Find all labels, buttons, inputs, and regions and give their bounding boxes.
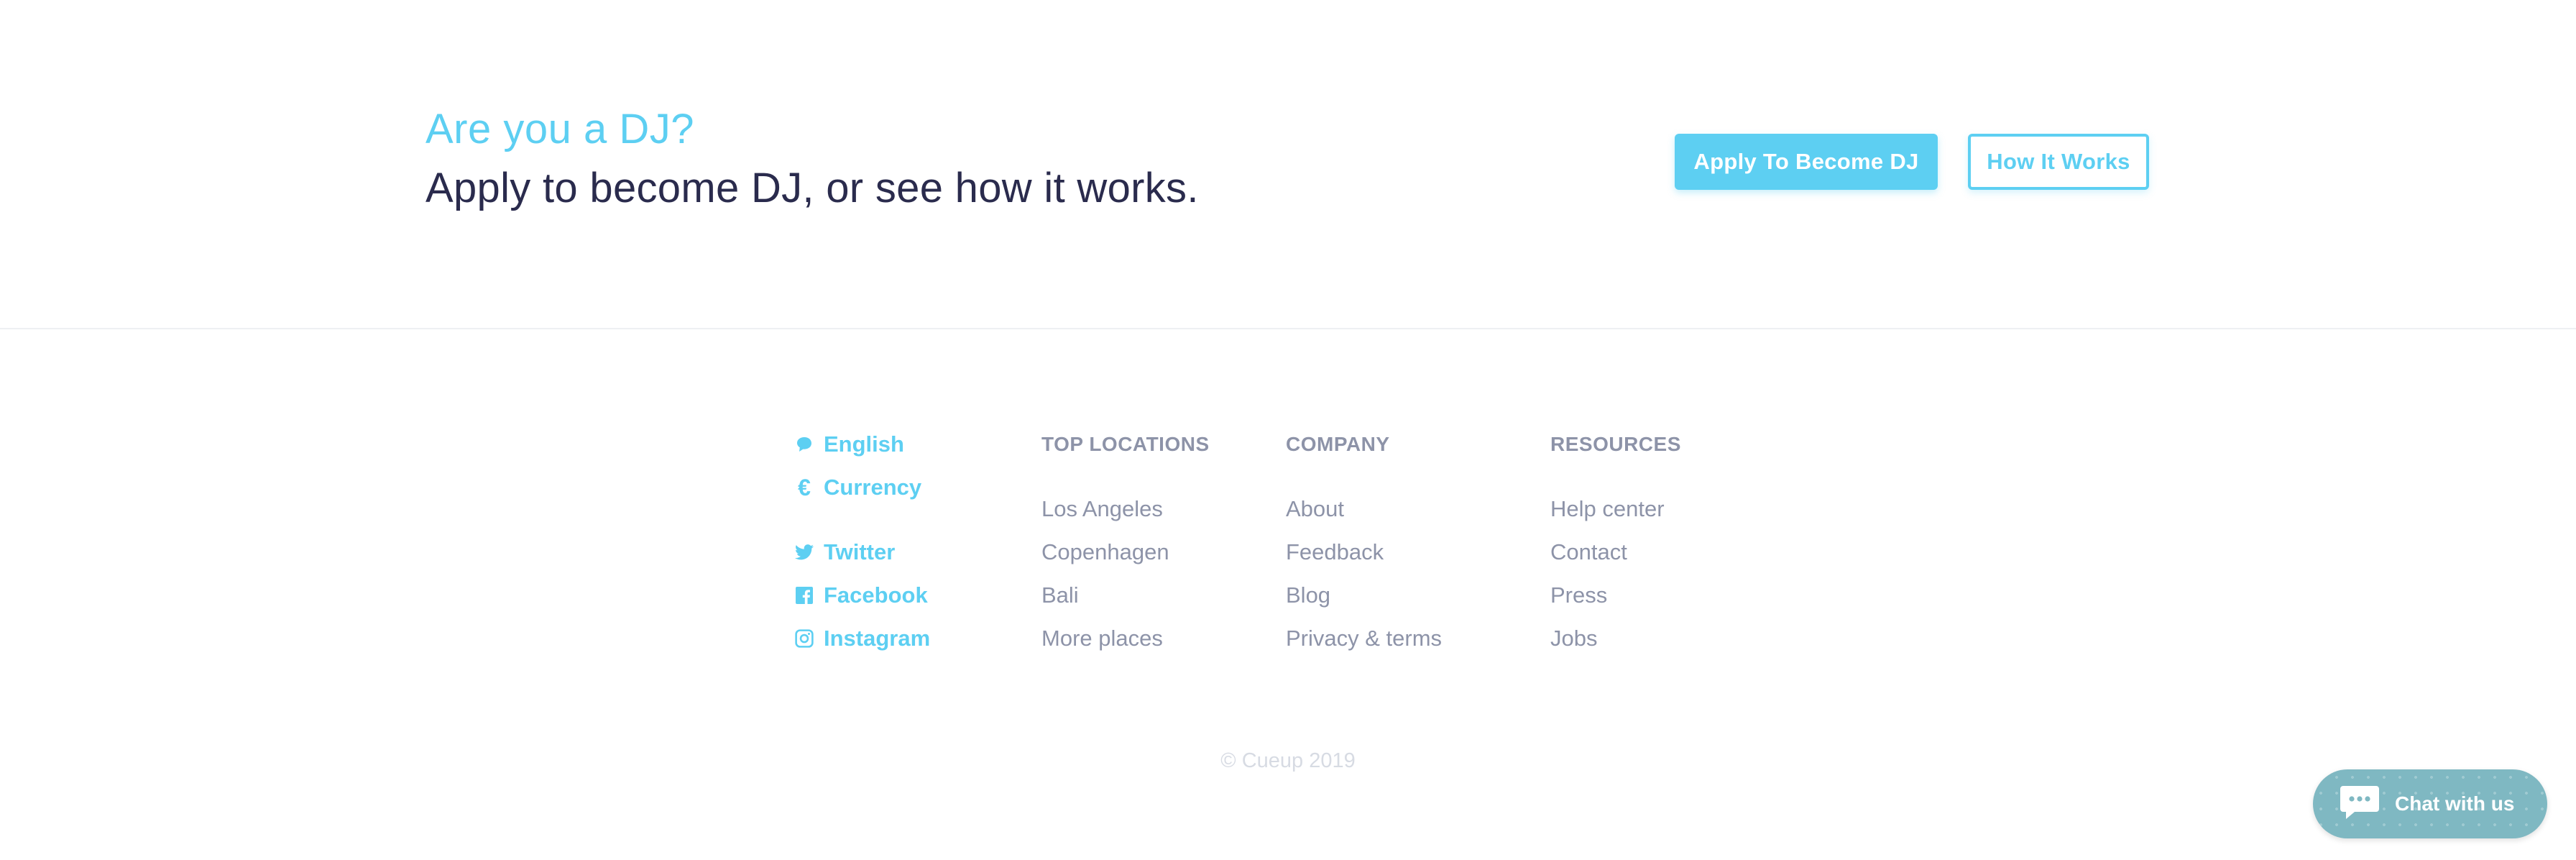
twitter-icon	[795, 543, 814, 562]
facebook-label: Facebook	[824, 582, 928, 608]
chat-label: Chat with us	[2395, 792, 2515, 815]
location-link-copenhagen[interactable]: Copenhagen	[1041, 539, 1169, 565]
resources-link-jobs[interactable]: Jobs	[1550, 626, 1597, 651]
company-heading: COMPANY	[1286, 433, 1390, 455]
cta-subtitle: Apply to become DJ, or see how it works.	[426, 165, 1199, 211]
instagram-icon	[795, 629, 814, 648]
copyright-text: © Cueup 2019	[1220, 749, 1356, 772]
cta-question: Are you a DJ?	[426, 106, 695, 152]
language-label: English	[824, 431, 904, 457]
facebook-icon	[795, 586, 814, 605]
company-link-privacy-terms[interactable]: Privacy & terms	[1286, 626, 1442, 651]
location-link-more-places[interactable]: More places	[1041, 626, 1163, 651]
company-link-feedback[interactable]: Feedback	[1286, 539, 1384, 565]
twitter-label: Twitter	[824, 539, 896, 564]
instagram-label: Instagram	[824, 626, 931, 651]
resources-link-contact[interactable]: Contact	[1550, 539, 1627, 565]
how-it-works-button[interactable]: How It Works	[1968, 134, 2149, 190]
company-link-about[interactable]: About	[1286, 496, 1344, 522]
facebook-link[interactable]: Facebook	[795, 582, 928, 608]
apply-to-become-dj-button[interactable]: Apply To Become DJ	[1675, 134, 1938, 190]
become-dj-section: Are you a DJ? Apply to become DJ, or see…	[0, 0, 2576, 329]
resources-link-press[interactable]: Press	[1550, 582, 1607, 608]
chat-bubble-icon	[2339, 784, 2380, 824]
chat-with-us-button[interactable]: Chat with us	[2313, 769, 2547, 838]
top-locations-heading: TOP LOCATIONS	[1041, 433, 1210, 455]
currency-selector[interactable]: € Currency	[795, 475, 921, 500]
currency-label: Currency	[824, 475, 922, 500]
speech-bubble-icon	[795, 435, 814, 454]
euro-icon: €	[798, 474, 811, 500]
instagram-link[interactable]: Instagram	[795, 626, 930, 651]
twitter-link[interactable]: Twitter	[795, 539, 895, 565]
location-link-bali[interactable]: Bali	[1041, 582, 1079, 608]
language-selector[interactable]: English	[795, 431, 904, 457]
location-link-los-angeles[interactable]: Los Angeles	[1041, 496, 1163, 522]
resources-heading: RESOURCES	[1550, 433, 1681, 455]
resources-link-help-center[interactable]: Help center	[1550, 496, 1665, 522]
company-link-blog[interactable]: Blog	[1286, 582, 1330, 608]
